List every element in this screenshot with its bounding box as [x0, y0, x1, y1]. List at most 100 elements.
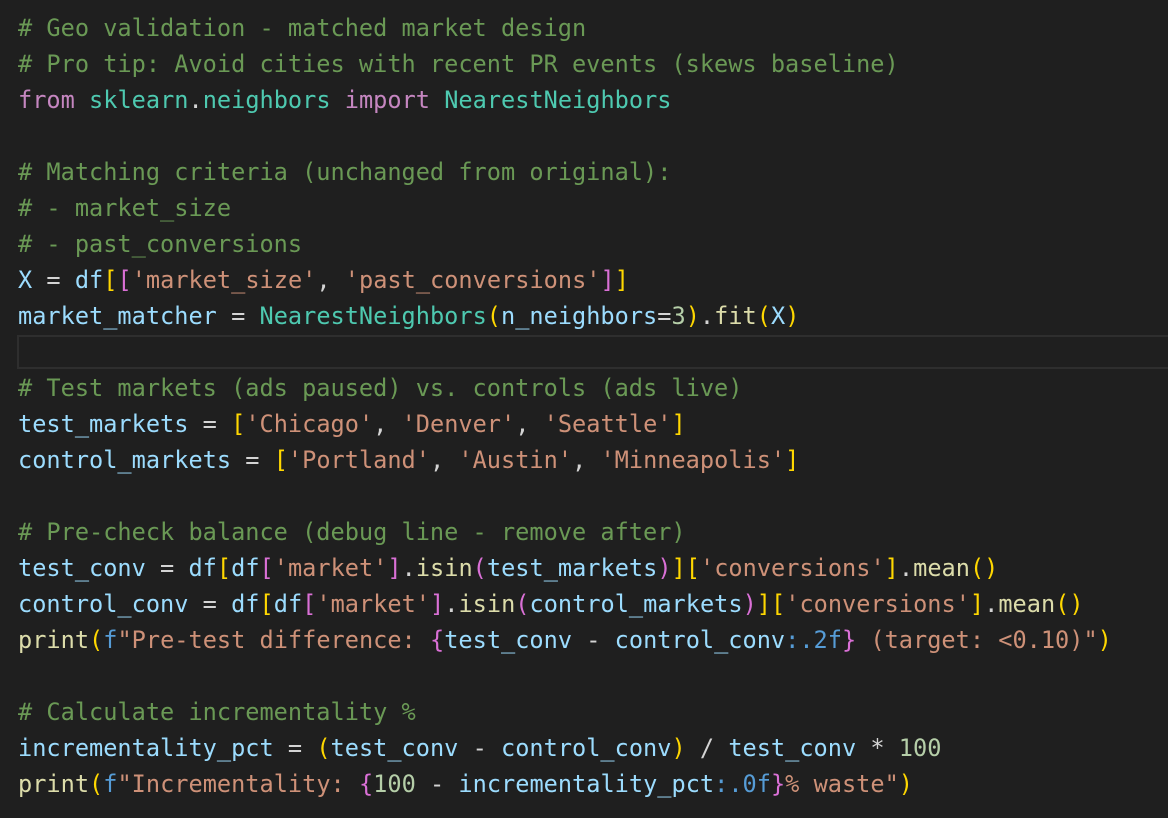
code-token: ) — [898, 770, 914, 798]
code-token: :.0f — [714, 770, 771, 798]
code-token: 'Denver' — [401, 410, 516, 438]
code-line[interactable]: print(f"Incrementality: {100 - increment… — [0, 766, 1168, 802]
code-token: test_markets — [18, 410, 189, 438]
code-line[interactable]: # Pro tip: Avoid cities with recent PR e… — [0, 46, 1168, 82]
code-token: ] — [756, 590, 772, 618]
code-token: % waste" — [785, 770, 899, 798]
code-token: () — [1055, 590, 1084, 618]
code-token: NearestNeighbors — [259, 302, 487, 330]
code-token: ) — [785, 302, 800, 330]
code-token: X — [18, 266, 33, 294]
code-token: ( — [89, 770, 104, 798]
code-token: ] — [387, 554, 402, 582]
code-token: = — [273, 734, 317, 762]
code-token: [ — [231, 410, 246, 438]
current-line[interactable] — [17, 335, 1168, 369]
code-line[interactable]: # - past_conversions — [0, 226, 1168, 262]
code-token: , — [515, 410, 544, 438]
code-token: ( — [316, 734, 331, 762]
code-token: 100 — [898, 734, 942, 762]
code-token: test_conv — [330, 734, 459, 762]
code-token: } — [770, 770, 786, 798]
code-token: = — [145, 554, 189, 582]
code-token: . — [898, 554, 914, 582]
code-token: ) — [657, 554, 672, 582]
code-token: 'market' — [273, 554, 388, 582]
code-token: . — [984, 590, 999, 618]
code-line[interactable]: X = df[['market_size', 'past_conversions… — [0, 262, 1168, 298]
code-token: [ — [259, 554, 274, 582]
code-token: control_conv — [18, 590, 189, 618]
code-token: ( — [486, 302, 501, 330]
code-token: { — [429, 626, 445, 654]
code-line[interactable]: print(f"Pre-test difference: {test_conv … — [0, 622, 1168, 658]
code-line[interactable]: control_markets = ['Portland', 'Austin',… — [0, 442, 1168, 478]
code-line[interactable]: control_conv = df[df['market'].isin(cont… — [0, 586, 1168, 622]
code-token: [ — [216, 554, 232, 582]
code-token: df — [231, 554, 260, 582]
code-token: [ — [259, 590, 274, 618]
code-token: df — [74, 266, 104, 294]
code-token: control_markets — [18, 446, 232, 474]
code-token: 'Seattle' — [543, 410, 672, 438]
code-token: / — [685, 734, 729, 762]
code-line[interactable] — [0, 658, 1168, 694]
code-token: [ — [103, 266, 118, 294]
code-editor[interactable]: # Geo validation - matched market design… — [0, 0, 1168, 818]
code-token: mean — [913, 554, 970, 582]
code-token: control_conv — [501, 734, 672, 762]
code-token: () — [969, 554, 999, 582]
code-token: - — [458, 734, 501, 762]
code-token: . — [444, 590, 459, 618]
code-token: isin — [415, 554, 473, 582]
code-token: ) — [685, 302, 700, 330]
code-line[interactable] — [0, 118, 1168, 154]
code-token: df — [231, 590, 260, 618]
code-token: sklearn — [89, 86, 189, 114]
code-line[interactable] — [0, 478, 1168, 514]
code-line[interactable]: # - market_size — [0, 190, 1168, 226]
code-line[interactable]: test_conv = df[df['market'].isin(test_ma… — [0, 550, 1168, 586]
code-token: df — [188, 554, 217, 582]
code-token: 3 — [671, 302, 686, 330]
code-token: . — [401, 554, 416, 582]
code-line[interactable]: # Test markets (ads paused) vs. controls… — [0, 370, 1168, 406]
code-token: df — [273, 590, 303, 618]
code-token: neighbors — [202, 86, 331, 114]
code-line[interactable]: # Geo validation - matched market design — [0, 10, 1168, 46]
code-token: incrementality_pct — [458, 770, 715, 798]
code-token: { — [358, 770, 374, 798]
code-token: # Matching criteria (unchanged from orig… — [18, 158, 672, 186]
code-token: ( — [472, 554, 487, 582]
code-line[interactable]: test_markets = ['Chicago', 'Denver', 'Se… — [0, 406, 1168, 442]
code-line[interactable]: # Matching criteria (unchanged from orig… — [0, 154, 1168, 190]
code-token: 'market' — [316, 590, 431, 618]
code-token: 'market_size' — [131, 266, 317, 294]
code-token: 'conversions' — [700, 554, 885, 582]
code-token: [ — [771, 590, 786, 618]
code-line[interactable]: from sklearn.neighbors import NearestNei… — [0, 82, 1168, 118]
code-token: * — [856, 734, 899, 762]
code-token: ) — [671, 734, 686, 762]
code-token: = — [231, 446, 274, 474]
code-token: market_matcher — [18, 302, 217, 330]
code-token: # Pro tip: Avoid cities with recent PR e… — [18, 50, 899, 78]
code-token: ) — [1097, 626, 1112, 654]
code-token: test_markets — [486, 554, 658, 582]
code-token: = — [216, 302, 260, 330]
code-line[interactable]: incrementality_pct = (test_conv - contro… — [0, 730, 1168, 766]
code-token: isin — [458, 590, 516, 618]
code-token: ] — [884, 554, 899, 582]
code-line[interactable]: # Calculate incrementality % — [0, 694, 1168, 730]
code-token: ) — [742, 590, 757, 618]
code-token: test_conv — [444, 626, 573, 654]
code-token: [ — [685, 554, 700, 582]
code-token: ] — [671, 554, 686, 582]
code-line[interactable]: market_matcher = NearestNeighbors(n_neig… — [0, 298, 1168, 334]
code-token: # Calculate incrementality % — [18, 698, 416, 726]
code-token: , — [373, 410, 402, 438]
code-token: NearestNeighbors — [444, 86, 672, 114]
code-line[interactable]: # Pre-check balance (debug line - remove… — [0, 514, 1168, 550]
code-token: [ — [273, 446, 288, 474]
